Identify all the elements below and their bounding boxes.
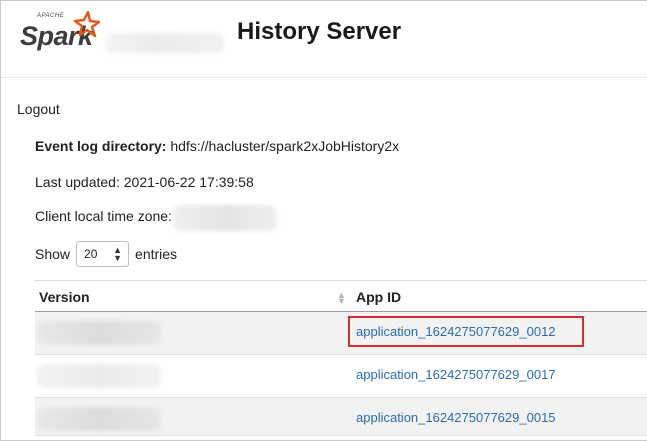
- last-updated-value: 2021-06-22 17:39:58: [123, 174, 254, 190]
- table-header: Version ▲ ▼ App ID: [35, 280, 647, 312]
- select-arrows-icon: ▲ ▼: [113, 245, 123, 263]
- client-time-zone: Client local time zone:: [35, 208, 172, 224]
- history-server-page: APACHE Spark History Server Logout Event…: [0, 0, 647, 441]
- spark-logo[interactable]: APACHE Spark: [20, 11, 102, 55]
- timezone-label: Client local time zone:: [35, 208, 172, 224]
- column-header-version[interactable]: Version: [39, 289, 90, 305]
- entries-select[interactable]: 20 ▲ ▼: [76, 241, 130, 267]
- table-row: application_1624275077629_0017: [35, 355, 647, 398]
- event-log-label: Event log directory:: [35, 138, 167, 154]
- table-row: application_1624275077629_0012: [35, 312, 647, 355]
- entries-select-value: 20: [84, 247, 98, 261]
- last-updated: Last updated: 2021-06-22 17:39:58: [35, 174, 254, 190]
- redacted-version-cell: [37, 321, 161, 345]
- event-log-directory: Event log directory: hdfs://hacluster/sp…: [35, 138, 399, 154]
- applications-table: Version ▲ ▼ App ID application_1624275077…: [35, 280, 647, 436]
- column-header-app-id[interactable]: App ID: [356, 289, 401, 305]
- app-id-link[interactable]: application_1624275077629_0017: [356, 367, 556, 382]
- app-id-link[interactable]: application_1624275077629_0012: [356, 324, 556, 339]
- show-label: Show: [35, 246, 71, 262]
- redacted-version-cell: [37, 407, 161, 431]
- sort-icon[interactable]: ▲ ▼: [337, 291, 346, 306]
- table-row: application_1624275077629_0015: [35, 398, 647, 436]
- entries-label: entries: [135, 246, 178, 262]
- logout-link[interactable]: Logout: [17, 101, 60, 117]
- entries-length-control: Show 20 ▲ ▼ entries: [35, 241, 177, 267]
- redacted-version: [106, 33, 224, 53]
- page-title: History Server: [237, 18, 402, 45]
- redacted-version-cell: [37, 364, 161, 388]
- header-divider: [1, 77, 647, 78]
- logo-apache-text: APACHE: [37, 13, 65, 19]
- event-log-value: hdfs://hacluster/spark2xJobHistory2x: [170, 138, 400, 154]
- star-icon: [73, 11, 100, 38]
- last-updated-label: Last updated:: [35, 174, 120, 190]
- redacted-timezone: [173, 205, 277, 231]
- app-id-link[interactable]: application_1624275077629_0015: [356, 410, 556, 425]
